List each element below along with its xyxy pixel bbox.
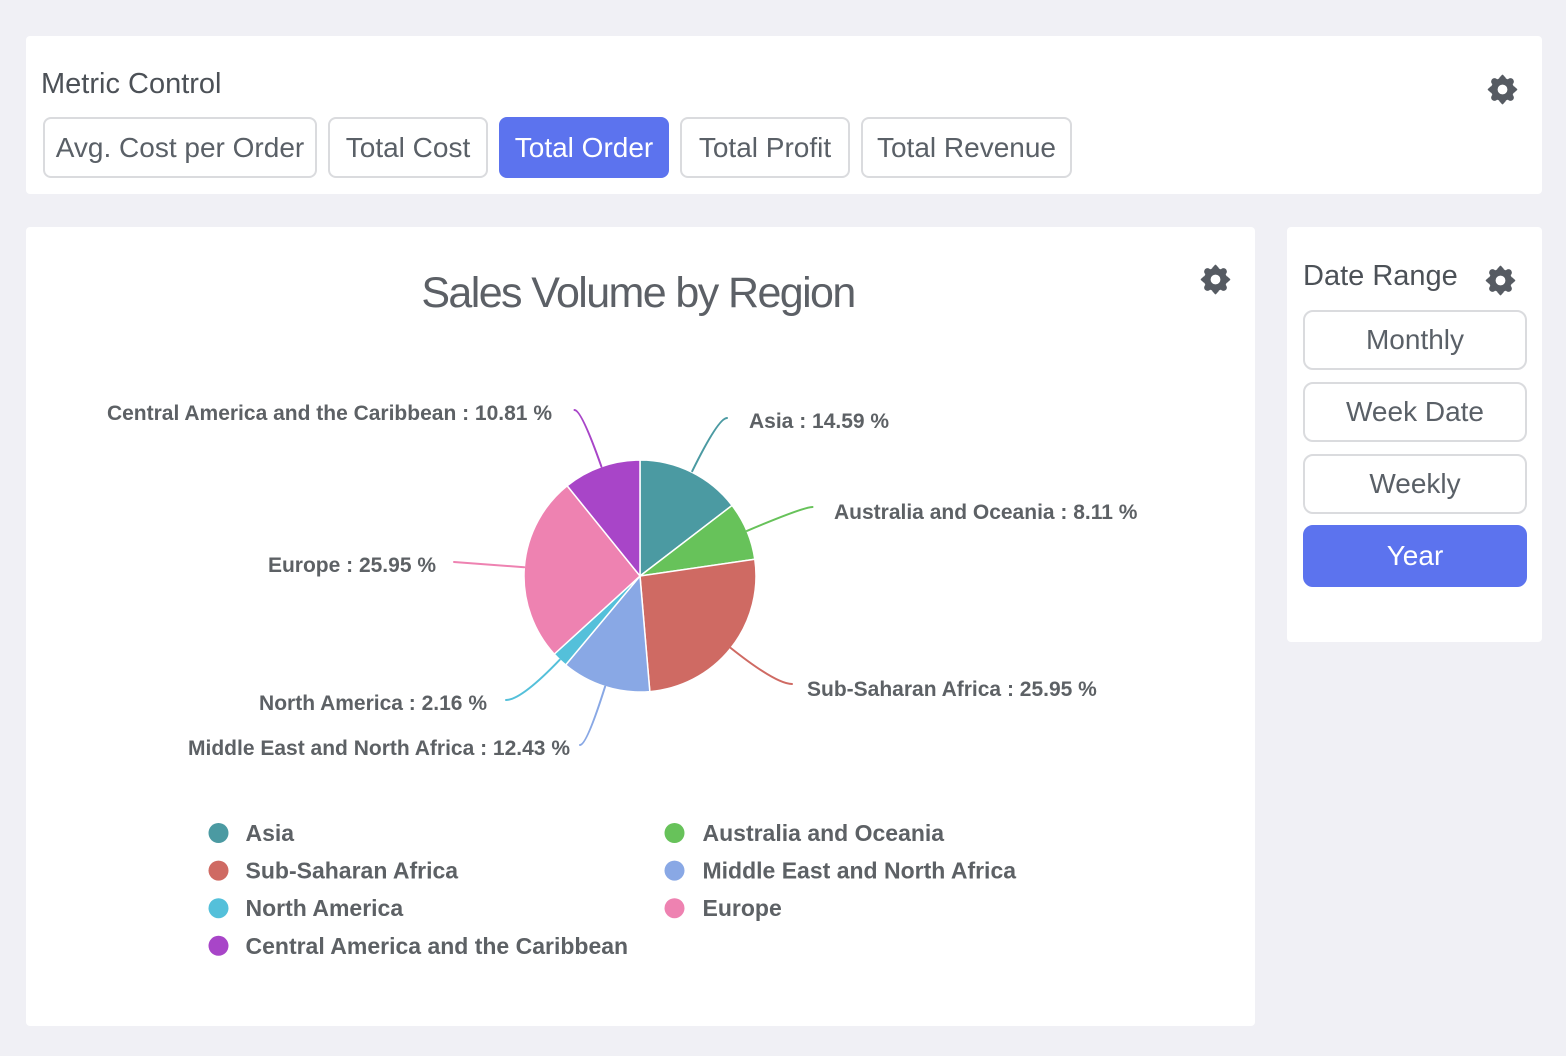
svg-text:Central America and the Caribb: Central America and the Caribbean [246, 933, 629, 959]
svg-text:North America : 2.16 %: North America : 2.16 % [259, 692, 487, 715]
svg-text:Asia: Asia [246, 820, 295, 846]
svg-text:Sales Volume by Region: Sales Volume by Region [421, 269, 854, 317]
svg-text:North America: North America [246, 895, 404, 921]
svg-text:Sub-Saharan Africa: Sub-Saharan Africa [246, 858, 459, 884]
svg-text:Europe : 25.95 %: Europe : 25.95 % [268, 554, 436, 577]
svg-text:Central America and the Caribb: Central America and the Caribbean : 10.8… [107, 402, 552, 425]
svg-text:Sub-Saharan Africa : 25.95 %: Sub-Saharan Africa : 25.95 % [807, 678, 1097, 701]
svg-text:Australia and Oceania : 8.11 %: Australia and Oceania : 8.11 % [834, 501, 1138, 524]
svg-text:Asia : 14.59 %: Asia : 14.59 % [749, 410, 889, 433]
svg-text:Australia and Oceania: Australia and Oceania [703, 820, 945, 846]
svg-text:Middle East and North Africa :: Middle East and North Africa : 12.43 % [188, 737, 570, 760]
svg-text:Europe: Europe [703, 895, 782, 921]
svg-text:Middle East and North Africa: Middle East and North Africa [703, 858, 1017, 884]
